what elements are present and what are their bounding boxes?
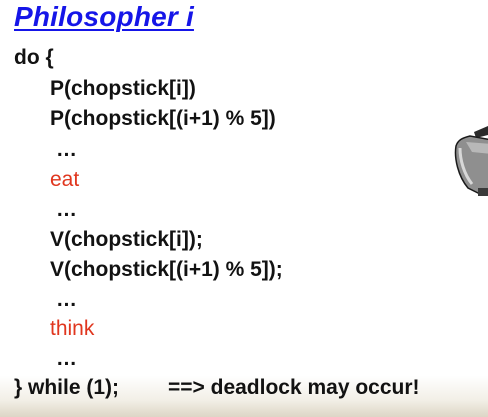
code-line-eat: eat (50, 168, 80, 191)
chopstick-bowl-clipart-icon (454, 126, 488, 196)
code-line-think: think (50, 317, 95, 340)
code-line-p-chopstick-next: P(chopstick[(i+1) % 5]) (50, 107, 276, 130)
code-line-ellipsis-4: … (56, 347, 78, 370)
code-line-ellipsis-3: … (56, 288, 78, 311)
code-line-v-chopstick-next: V(chopstick[(i+1) % 5]); (50, 258, 283, 281)
slide: Philosopher i do { P(chopstick[i]) P(cho… (0, 0, 488, 417)
code-line-ellipsis-1: … (56, 138, 78, 161)
code-line-while: } while (1); (14, 376, 120, 399)
deadlock-note: ==> deadlock may occur! (168, 376, 420, 399)
slide-title: Philosopher i (14, 1, 194, 32)
code-line-do: do { (14, 46, 54, 69)
code-line-ellipsis-2: … (56, 198, 78, 221)
code-line-p-chopstick-i: P(chopstick[i]) (50, 77, 196, 100)
code-line-v-chopstick-i: V(chopstick[i]); (50, 228, 203, 251)
